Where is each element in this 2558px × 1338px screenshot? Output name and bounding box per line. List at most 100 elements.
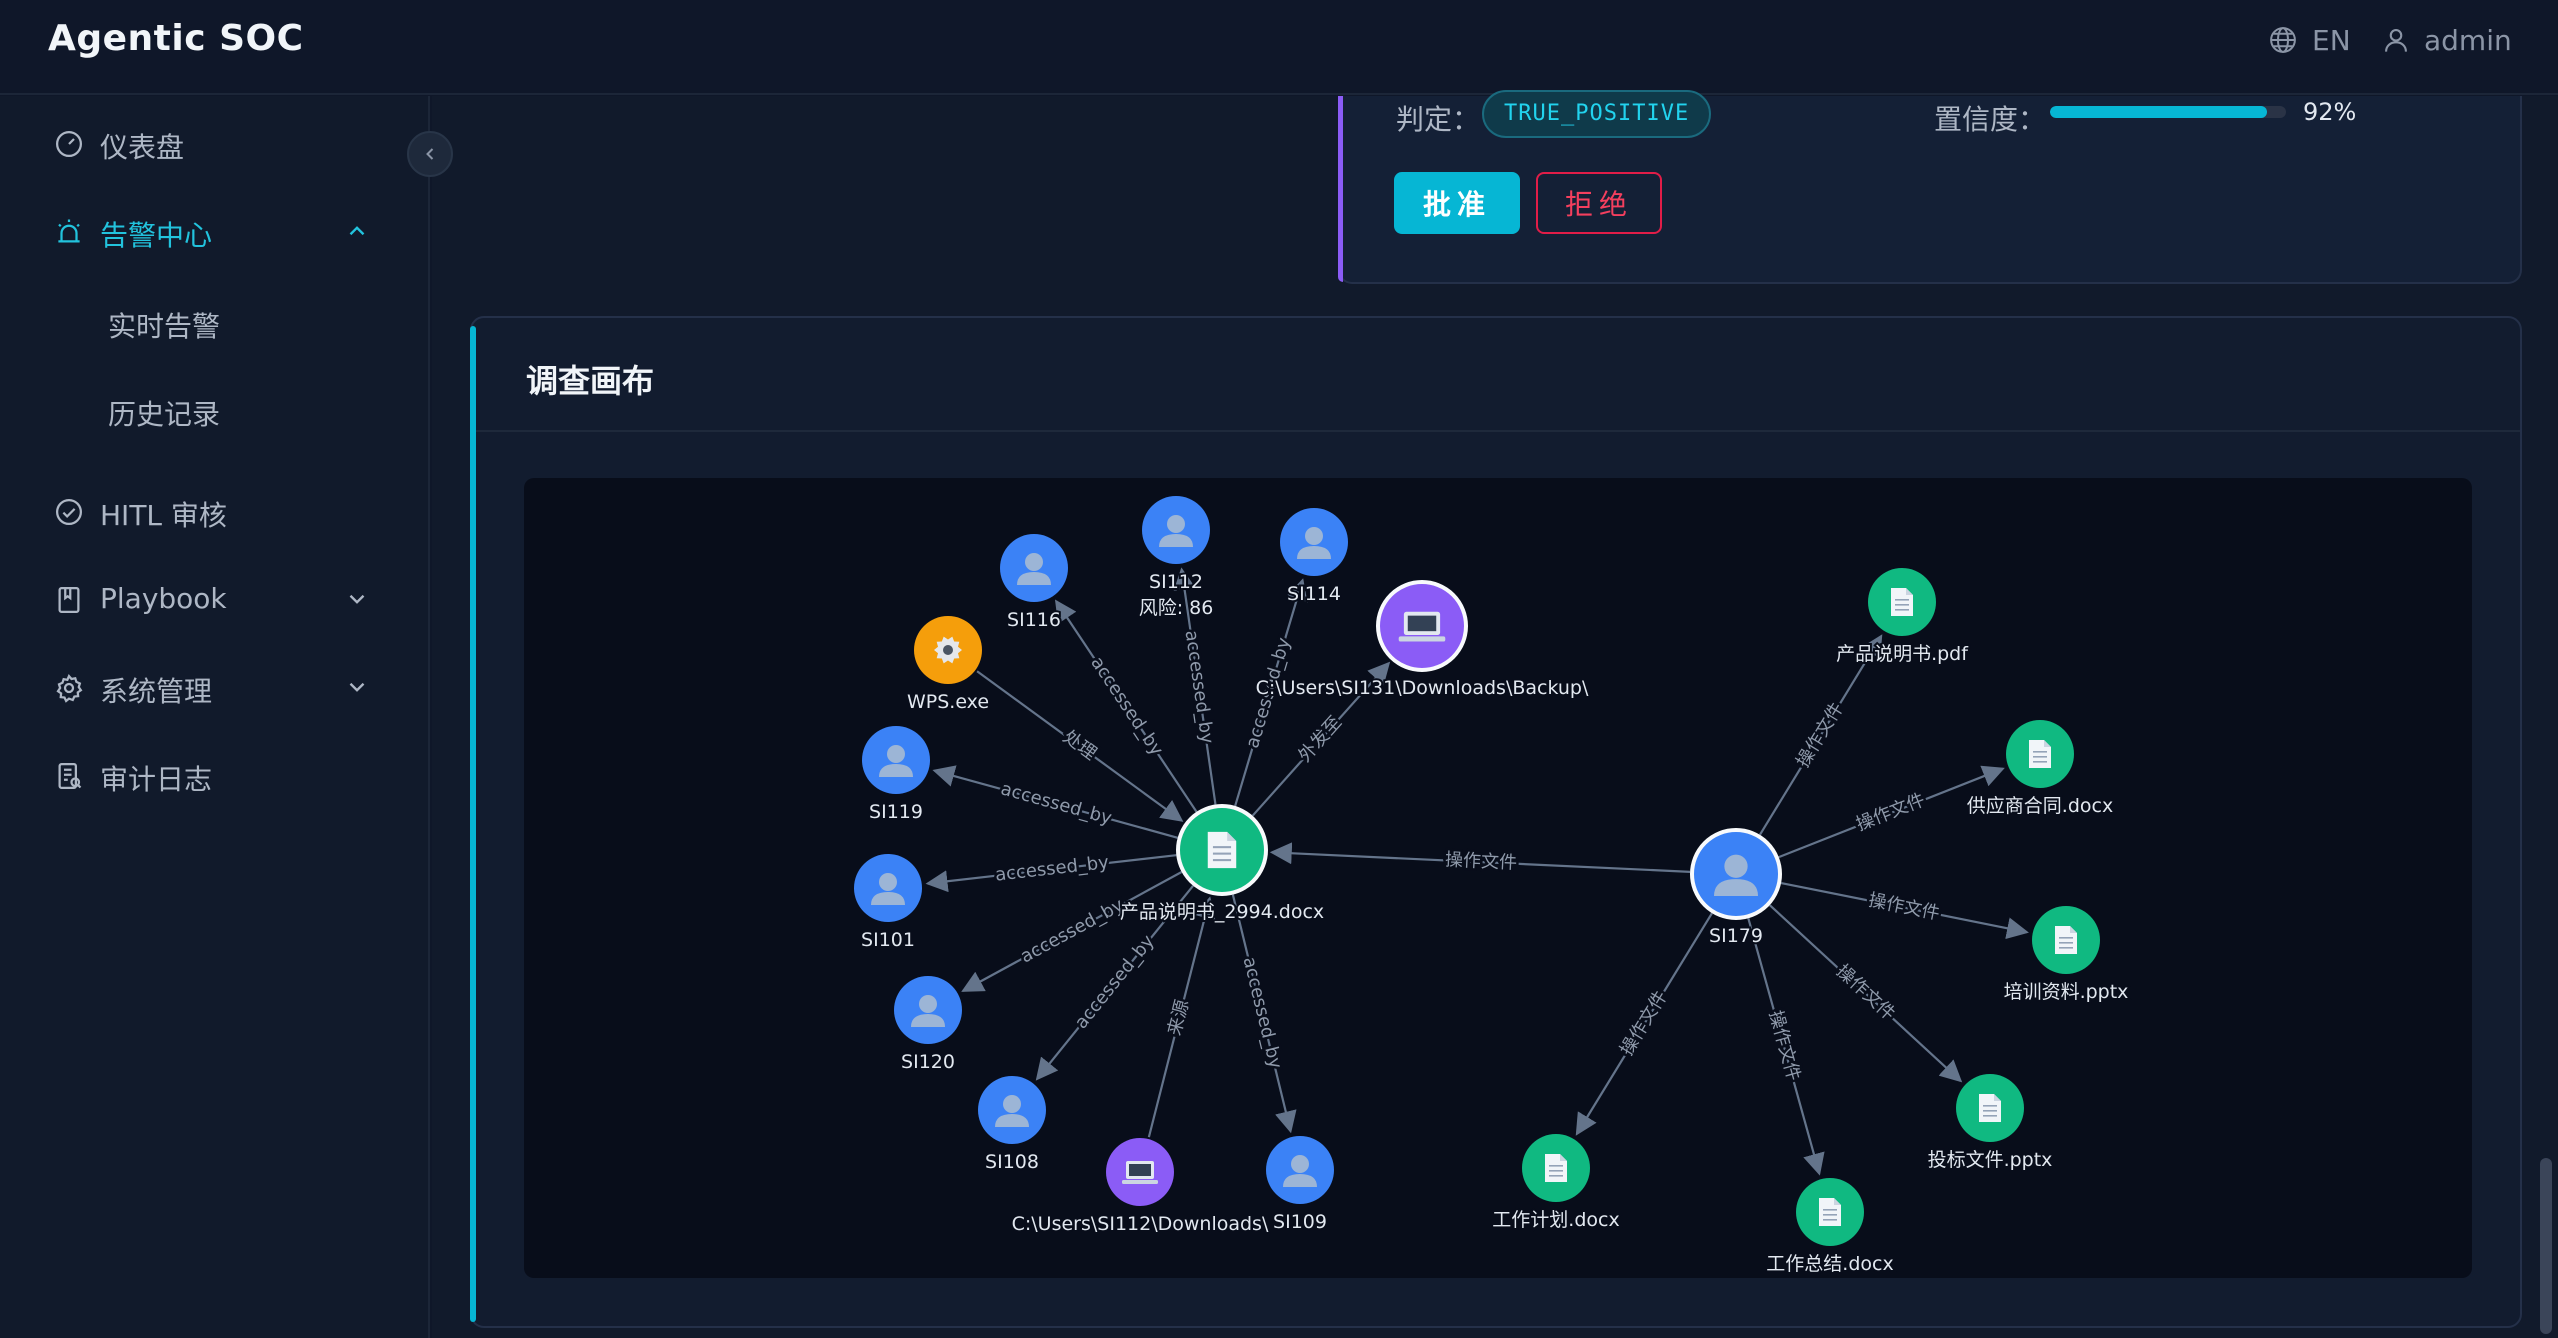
- graph-node-label: SI119: [869, 801, 923, 823]
- file-icon-line: [1823, 1219, 1837, 1221]
- confidence-bar: [2050, 106, 2286, 118]
- sidebar-item-system-admin[interactable]: 系统管理: [0, 652, 428, 722]
- file-icon-line: [2059, 942, 2073, 944]
- graph-node-label: SI116: [1007, 609, 1061, 631]
- audit-log-icon: [58, 763, 82, 789]
- confidence-bar-fill: [2050, 106, 2268, 118]
- sidebar-item-label: 系统管理: [100, 675, 213, 708]
- graph-edge-label: 来源: [1164, 998, 1193, 1038]
- reject-button[interactable]: 拒绝: [1536, 172, 1662, 234]
- chevron-left-icon: [426, 148, 434, 160]
- sidebar-item-label: 告警中心: [100, 219, 213, 252]
- graph-node-user[interactable]: SI112 风险: 86: [1139, 496, 1214, 619]
- graph-edge-label: accessed_by: [1071, 931, 1159, 1033]
- graph-node-file[interactable]: 供应商合同.docx: [1965, 720, 2115, 819]
- graph-node-user[interactable]: SI114: [1280, 508, 1348, 607]
- user-icon-head: [1025, 553, 1043, 571]
- graph-node-label: SI109: [1273, 1211, 1327, 1233]
- graph-node-file[interactable]: 产品说明书.pdf: [1834, 568, 1971, 667]
- user-icon-head: [1167, 515, 1185, 533]
- graph-canvas[interactable]: accessed_by accessed_by accessed_by 外发至 处理 ac…: [524, 478, 2472, 1278]
- file-icon-line: [1549, 1170, 1563, 1172]
- graph-node-file[interactable]: 投标文件.pptx: [1926, 1074, 2054, 1173]
- graph-node-label: 产品说明书.pdf: [1836, 643, 1969, 665]
- graph-edge-label: accessed_by: [1086, 653, 1167, 760]
- user-menu[interactable]: admin: [2382, 18, 2512, 62]
- graph-node-process[interactable]: WPS.exe: [905, 616, 991, 715]
- graph-node-file[interactable]: 工作计划.docx: [1490, 1134, 1622, 1233]
- sidebar-item-label: 审计日志: [100, 763, 213, 796]
- graph-node-label: 培训资料.pptx: [2004, 981, 2129, 1003]
- graph-node-user[interactable]: SI109: [1266, 1136, 1334, 1235]
- sidebar-collapse-button[interactable]: [407, 131, 453, 177]
- laptop-icon-display: [1129, 1164, 1151, 1176]
- file-icon-line: [1983, 1105, 1997, 1107]
- graph-node-label: WPS.exe: [907, 691, 989, 713]
- graph-node-file[interactable]: 工作总结.docx: [1764, 1178, 1896, 1277]
- graph-node-label: SI108: [985, 1151, 1039, 1173]
- file-icon-line: [1983, 1110, 1997, 1112]
- sidebar-item-dashboard[interactable]: 仪表盘: [0, 108, 428, 178]
- sidebar-item-label: HITL 审核: [100, 499, 227, 532]
- sidebar-subitem-history[interactable]: 历史记录: [108, 385, 220, 445]
- graph-edge-label: 操作文件: [1832, 961, 1899, 1025]
- graph-node-user[interactable]: SI179: [1690, 828, 1782, 949]
- graph-node-label: SI120: [901, 1051, 955, 1073]
- file-icon-line: [1983, 1115, 1997, 1117]
- investigation-canvas-card: 调查画布 accessed_by accessed_by accessed_by 外发…: [470, 316, 2522, 1328]
- user-icon: [2385, 29, 2407, 52]
- sidebar-subitem-realtime-alerts[interactable]: 实时告警: [108, 297, 220, 357]
- graph-node-user[interactable]: SI108: [978, 1076, 1046, 1175]
- sidebar-item-audit-log[interactable]: 审计日志: [0, 740, 428, 810]
- graph-nodes[interactable]: 产品说明书_2994.docx SI179 SI112 风险: 86 SI114 SI11…: [854, 496, 2130, 1277]
- laptop-icon-base: [1398, 636, 1446, 642]
- sidebar-item-hitl-review[interactable]: HITL 审核: [0, 476, 428, 546]
- graph-node-file[interactable]: 产品说明书_2994.docx: [1118, 804, 1326, 925]
- file-icon-line: [1549, 1165, 1563, 1167]
- graph-node-label: C:\Users\SI112\Downloads\: [1012, 1213, 1269, 1235]
- confidence-label: 置信度：: [1934, 103, 2047, 136]
- user-icon-head: [1003, 1095, 1021, 1113]
- graph-node-user[interactable]: SI116: [1000, 534, 1068, 633]
- scrollbar-thumb[interactable]: [2540, 1158, 2552, 1334]
- file-icon-line: [1212, 859, 1232, 862]
- graph-node-label: SI112: [1149, 571, 1203, 593]
- dashboard-icon: [56, 131, 82, 157]
- graph-svg[interactable]: accessed_by accessed_byaccessed_by 外发至处理ac…: [524, 478, 2472, 1278]
- graph-edge-label: 操作文件: [1616, 987, 1672, 1059]
- graph-node-host[interactable]: C:\Users\SI112\Downloads\: [1010, 1138, 1271, 1237]
- file-icon-line: [1212, 846, 1232, 849]
- verdict-card: 判定： TRUE_POSITIVE 置信度： 92% 批准 拒绝: [1338, 90, 2522, 284]
- graph-edge-label: 操作文件: [1853, 789, 1928, 835]
- graph-edge-label: 外发至: [1294, 712, 1346, 766]
- user-icon-head: [887, 745, 905, 763]
- graph-edge-label: 处理: [1059, 726, 1100, 764]
- sidebar-item-alerts[interactable]: 告警中心: [0, 196, 428, 266]
- verdict-badge: TRUE_POSITIVE: [1482, 90, 1712, 138]
- graph-node-user[interactable]: SI120: [894, 976, 962, 1075]
- graph-edge-label: 操作文件: [1445, 849, 1518, 873]
- graph-edge-label: 操作文件: [1792, 699, 1847, 771]
- alarm-icon: [58, 219, 80, 243]
- file-icon-line: [1212, 852, 1232, 855]
- laptop-icon-base: [1122, 1180, 1158, 1184]
- graph-node-user[interactable]: SI119: [862, 726, 930, 825]
- canvas-divider: [476, 430, 2520, 432]
- graph-node-label: C:\Users\SI131\Downloads\Backup\: [1256, 677, 1589, 699]
- chevron-down-icon: [349, 594, 365, 604]
- graph-edge-label: accessed_by: [998, 778, 1114, 829]
- graph-node-label: SI114: [1287, 583, 1341, 605]
- graph-node-user[interactable]: SI101: [854, 854, 922, 953]
- file-icon-line: [2033, 761, 2047, 763]
- globe-icon: [2270, 27, 2296, 53]
- verdict-label: 判定：: [1396, 103, 1481, 136]
- approve-button[interactable]: 批准: [1394, 172, 1520, 234]
- file-icon-line: [2059, 947, 2073, 949]
- language-switch[interactable]: EN: [2268, 18, 2351, 62]
- sidebar-item-label: 仪表盘: [100, 131, 185, 164]
- book-icon: [58, 587, 80, 613]
- sidebar: 仪表盘 告警中心 实时告警 历史记录 HITL 审核 Playbook 系统管理…: [0, 96, 430, 1338]
- gear-icon: [56, 674, 83, 703]
- graph-node-file[interactable]: 培训资料.pptx: [2002, 906, 2130, 1005]
- sidebar-item-playbook[interactable]: Playbook: [0, 564, 428, 634]
